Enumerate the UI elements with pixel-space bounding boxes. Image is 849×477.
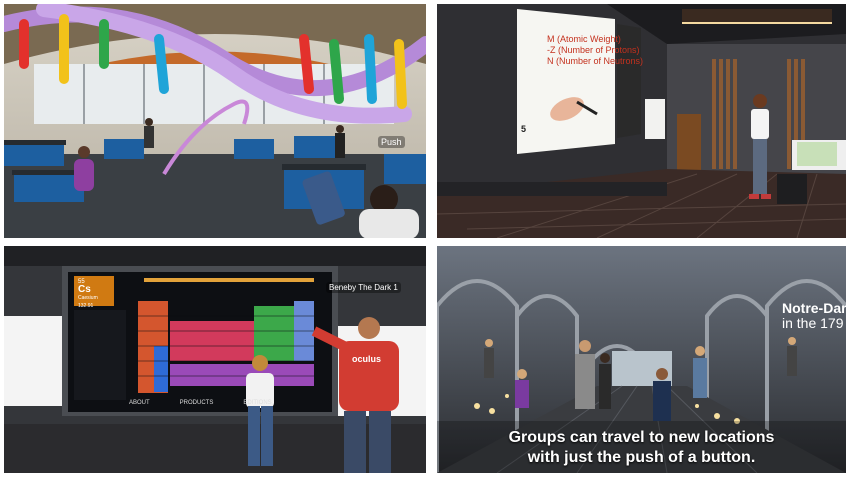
element-card[interactable]: 55 Cs Caesium 132.91 — [78, 278, 98, 310]
element-mass: 132.91 — [78, 303, 94, 309]
board-line-1: M (Atomic Weight) — [547, 34, 621, 44]
panel-cathedral: Notre-Dam in the 179 Groups can travel t… — [437, 246, 846, 473]
bottom-menu: ABOUT PRODUCTS EDITIONS — [129, 400, 272, 406]
video-caption: Groups can travel to new locations with … — [437, 428, 846, 468]
location-title-line-1: Notre-Dam — [782, 300, 846, 316]
menu-item-editions[interactable]: EDITIONS — [243, 400, 271, 406]
board-line-2: -Z (Number of Protons) — [547, 45, 640, 55]
board-line-3: N (Number of Neutrons) — [547, 56, 644, 66]
username-label: Beneby The Dark 1 — [326, 282, 401, 293]
menu-item-products[interactable]: PRODUCTS — [180, 400, 214, 406]
element-symbol: Cs — [78, 284, 91, 295]
menu-item-about[interactable]: ABOUT — [129, 400, 150, 406]
board-text: M (Atomic Weight) -Z (Number of Protons)… — [547, 34, 643, 67]
location-title: Notre-Dam in the 179 — [782, 301, 846, 331]
caption-line-1: Groups can travel to new locations — [508, 429, 775, 446]
panel-dna-classroom: Push — [4, 4, 426, 238]
push-label[interactable]: Push — [378, 136, 405, 148]
location-title-line-2: in the 179 — [782, 315, 844, 331]
board-bullet: 5 — [521, 124, 527, 134]
element-name: Caesium — [78, 295, 98, 301]
panel-periodic-table: 55 Cs Caesium 132.91 ABOUT PRODUCTS EDIT… — [4, 246, 426, 473]
shirt-logo: oculus — [352, 354, 382, 364]
caption-line-2: with just the push of a button. — [527, 449, 756, 466]
panel-lecture-hall: M (Atomic Weight) -Z (Number of Protons)… — [437, 4, 846, 238]
